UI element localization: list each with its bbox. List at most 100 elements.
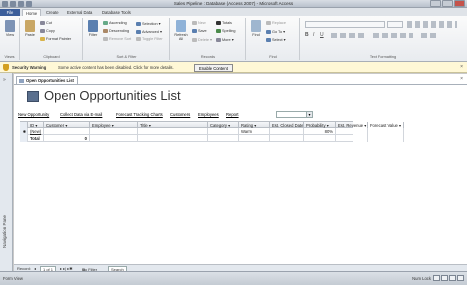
security-warning-bar: Security Warning Some active content has… [0, 62, 467, 73]
status-bar: Form View Num Lock [0, 271, 467, 285]
new-opportunity-link[interactable]: New Opportunity [18, 112, 49, 117]
layout-view-button[interactable] [449, 275, 456, 281]
new-record-icon [192, 21, 197, 25]
employee-cell[interactable] [90, 128, 138, 135]
document-area: Open Opportunities List × Open Opportuni… [14, 74, 467, 271]
copy-button[interactable]: Copy [40, 29, 55, 33]
forecast-value-cell[interactable] [368, 128, 404, 135]
cut-button[interactable]: Cut [40, 21, 52, 25]
list-format-buttons[interactable] [407, 21, 457, 28]
design-view-button[interactable] [457, 275, 464, 281]
funnel-icon [88, 20, 98, 32]
clipboard-group: Paste Cut Copy Format Painter Clipboard [21, 18, 83, 60]
goto-button[interactable]: Go To ▾ [266, 29, 285, 34]
tab-home[interactable]: Home [22, 9, 42, 16]
est-closed-date-cell[interactable] [270, 128, 304, 135]
category-cell[interactable] [208, 128, 239, 135]
advanced-button[interactable]: Advanced ▾ [136, 29, 162, 34]
refresh-icon [176, 20, 186, 32]
ascending-button[interactable]: Ascending [103, 21, 127, 25]
est-revenue-cell[interactable] [336, 128, 368, 135]
more-button[interactable]: More ▾ [216, 37, 234, 42]
chevron-down-icon[interactable]: ▾ [306, 112, 312, 117]
record-navigator: Record: ◂ 1 of 1 ▸ ▸| ▸✱ ⊘ No Filter Sea… [14, 264, 467, 273]
warning-title: Security Warning [12, 65, 47, 70]
customer-cell[interactable] [44, 128, 90, 135]
probability-cell[interactable]: 80% [304, 128, 336, 135]
paste-button[interactable]: Paste [23, 20, 37, 37]
find-group: Find Replace Go To ▾ Select ▾ Find [247, 18, 300, 60]
form-view-button[interactable] [433, 275, 440, 281]
expand-chevron-icon[interactable]: » [3, 77, 6, 83]
alignment-buttons[interactable] [373, 33, 413, 38]
records-group: Refresh All New Save Delete ▾ Totals Spe… [171, 18, 246, 60]
format-painter-button[interactable]: Format Painter [40, 37, 71, 41]
advanced-filter-icon [136, 30, 141, 34]
new-record-row[interactable]: ✱ (New) Warm 80% [20, 128, 404, 135]
delete-icon [192, 38, 197, 42]
selection-button[interactable]: Selection ▾ [136, 21, 161, 26]
total-row: Total 0 [20, 135, 404, 142]
employees-link[interactable]: Employees [198, 112, 219, 117]
maximize-button[interactable] [442, 0, 453, 7]
window-controls [430, 0, 465, 7]
tab-create[interactable]: Create [43, 9, 62, 16]
font-color-buttons[interactable] [331, 33, 365, 38]
form-icon [19, 78, 24, 83]
font-name-combo[interactable] [305, 21, 385, 28]
bold-button[interactable]: B [305, 32, 309, 38]
datasheet-view-button[interactable] [441, 275, 448, 281]
document-tab[interactable]: Open Opportunities List [16, 76, 78, 84]
tab-database-tools[interactable]: Database Tools [99, 9, 134, 16]
total-count[interactable]: 0 [44, 135, 90, 142]
title-cell[interactable] [138, 128, 208, 135]
minimize-button[interactable] [430, 0, 441, 7]
toggle-filter-button[interactable]: Toggle Filter [136, 37, 163, 41]
tab-file[interactable]: File [0, 9, 20, 16]
new-record-button[interactable]: New [192, 21, 206, 25]
brush-icon [40, 37, 45, 41]
underline-button[interactable]: U [320, 32, 324, 38]
remove-sort-button[interactable]: Remove Sort [103, 37, 131, 41]
replace-button[interactable]: Replace [266, 21, 286, 25]
sort-descending-icon [103, 29, 108, 33]
goto-icon [266, 30, 271, 34]
delete-record-button[interactable]: Delete ▾ [192, 37, 212, 42]
page-title: Open Opportunities List [44, 88, 181, 103]
customers-link[interactable]: Customers [170, 112, 190, 117]
sort-ascending-icon [103, 21, 108, 25]
select-button[interactable]: Select ▾ [266, 37, 286, 42]
find-button[interactable]: Find [249, 20, 263, 37]
view-button[interactable]: View [3, 20, 17, 37]
binoculars-icon [251, 20, 261, 32]
replace-icon [266, 21, 271, 25]
refresh-all-button[interactable]: Refresh All [173, 20, 189, 41]
num-lock-indicator: Num Lock [412, 276, 431, 281]
close-document-icon[interactable]: × [460, 76, 463, 82]
totals-button[interactable]: Totals [216, 21, 232, 25]
forecast-charts-link[interactable]: Forecast Tracking Charts [116, 112, 163, 117]
warning-message[interactable]: Some active content has been disabled. C… [58, 65, 174, 70]
title-bar: Sales Pipeline : Database (Access 2007) … [0, 0, 467, 8]
gridlines-button[interactable] [421, 33, 439, 38]
rating-cell[interactable]: Warm [239, 128, 270, 135]
descending-button[interactable]: Descending [103, 29, 129, 33]
filter-button[interactable]: Filter [86, 20, 100, 37]
save-record-button[interactable]: Save [192, 29, 207, 33]
close-button[interactable] [454, 0, 465, 7]
close-warning-icon[interactable]: × [460, 64, 463, 70]
report-link[interactable]: Report [226, 112, 239, 117]
font-size-combo[interactable] [387, 21, 403, 28]
new-row-marker[interactable]: ✱ [20, 128, 28, 135]
tab-external-data[interactable]: External Data [64, 9, 95, 16]
report-select[interactable]: ▾ [276, 111, 313, 118]
new-id-cell[interactable]: (New) [28, 128, 44, 135]
shield-icon [3, 64, 9, 71]
enable-content-button[interactable]: Enable Content [194, 63, 233, 72]
navigation-pane[interactable]: » Navigation Pane [0, 73, 13, 271]
italic-button[interactable]: I [313, 32, 314, 38]
opportunities-grid: ID ▾ Customer ▾ Employee ▾ Title ▾ Categ… [20, 121, 404, 142]
ribbon-tabs: File Home Create External Data Database … [0, 8, 467, 16]
spelling-button[interactable]: Spelling [216, 29, 236, 33]
collect-data-link[interactable]: Collect Data via E-mail [60, 112, 102, 117]
